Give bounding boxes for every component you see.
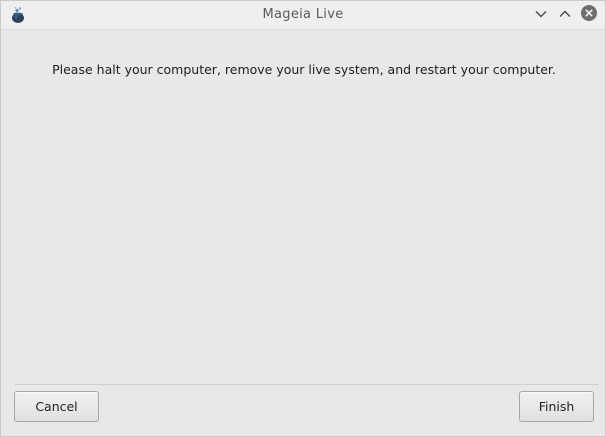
window-title: Mageia Live [262, 7, 344, 22]
button-separator [15, 384, 599, 385]
chevron-up-icon [558, 6, 572, 25]
close-button[interactable] [579, 5, 599, 25]
maximize-button[interactable] [555, 5, 575, 25]
minimize-button[interactable] [531, 5, 551, 25]
chevron-down-icon [534, 6, 548, 25]
title-bar[interactable]: Mageia Live [1, 1, 605, 30]
installer-window: Mageia Live Please halt your computer, r… [0, 0, 606, 437]
content-area: Please halt your computer, remove your l… [5, 31, 603, 433]
finish-button[interactable]: Finish [519, 391, 594, 422]
close-circle-icon [580, 4, 598, 26]
halt-message: Please halt your computer, remove your l… [52, 62, 556, 77]
cancel-button[interactable]: Cancel [14, 391, 99, 422]
